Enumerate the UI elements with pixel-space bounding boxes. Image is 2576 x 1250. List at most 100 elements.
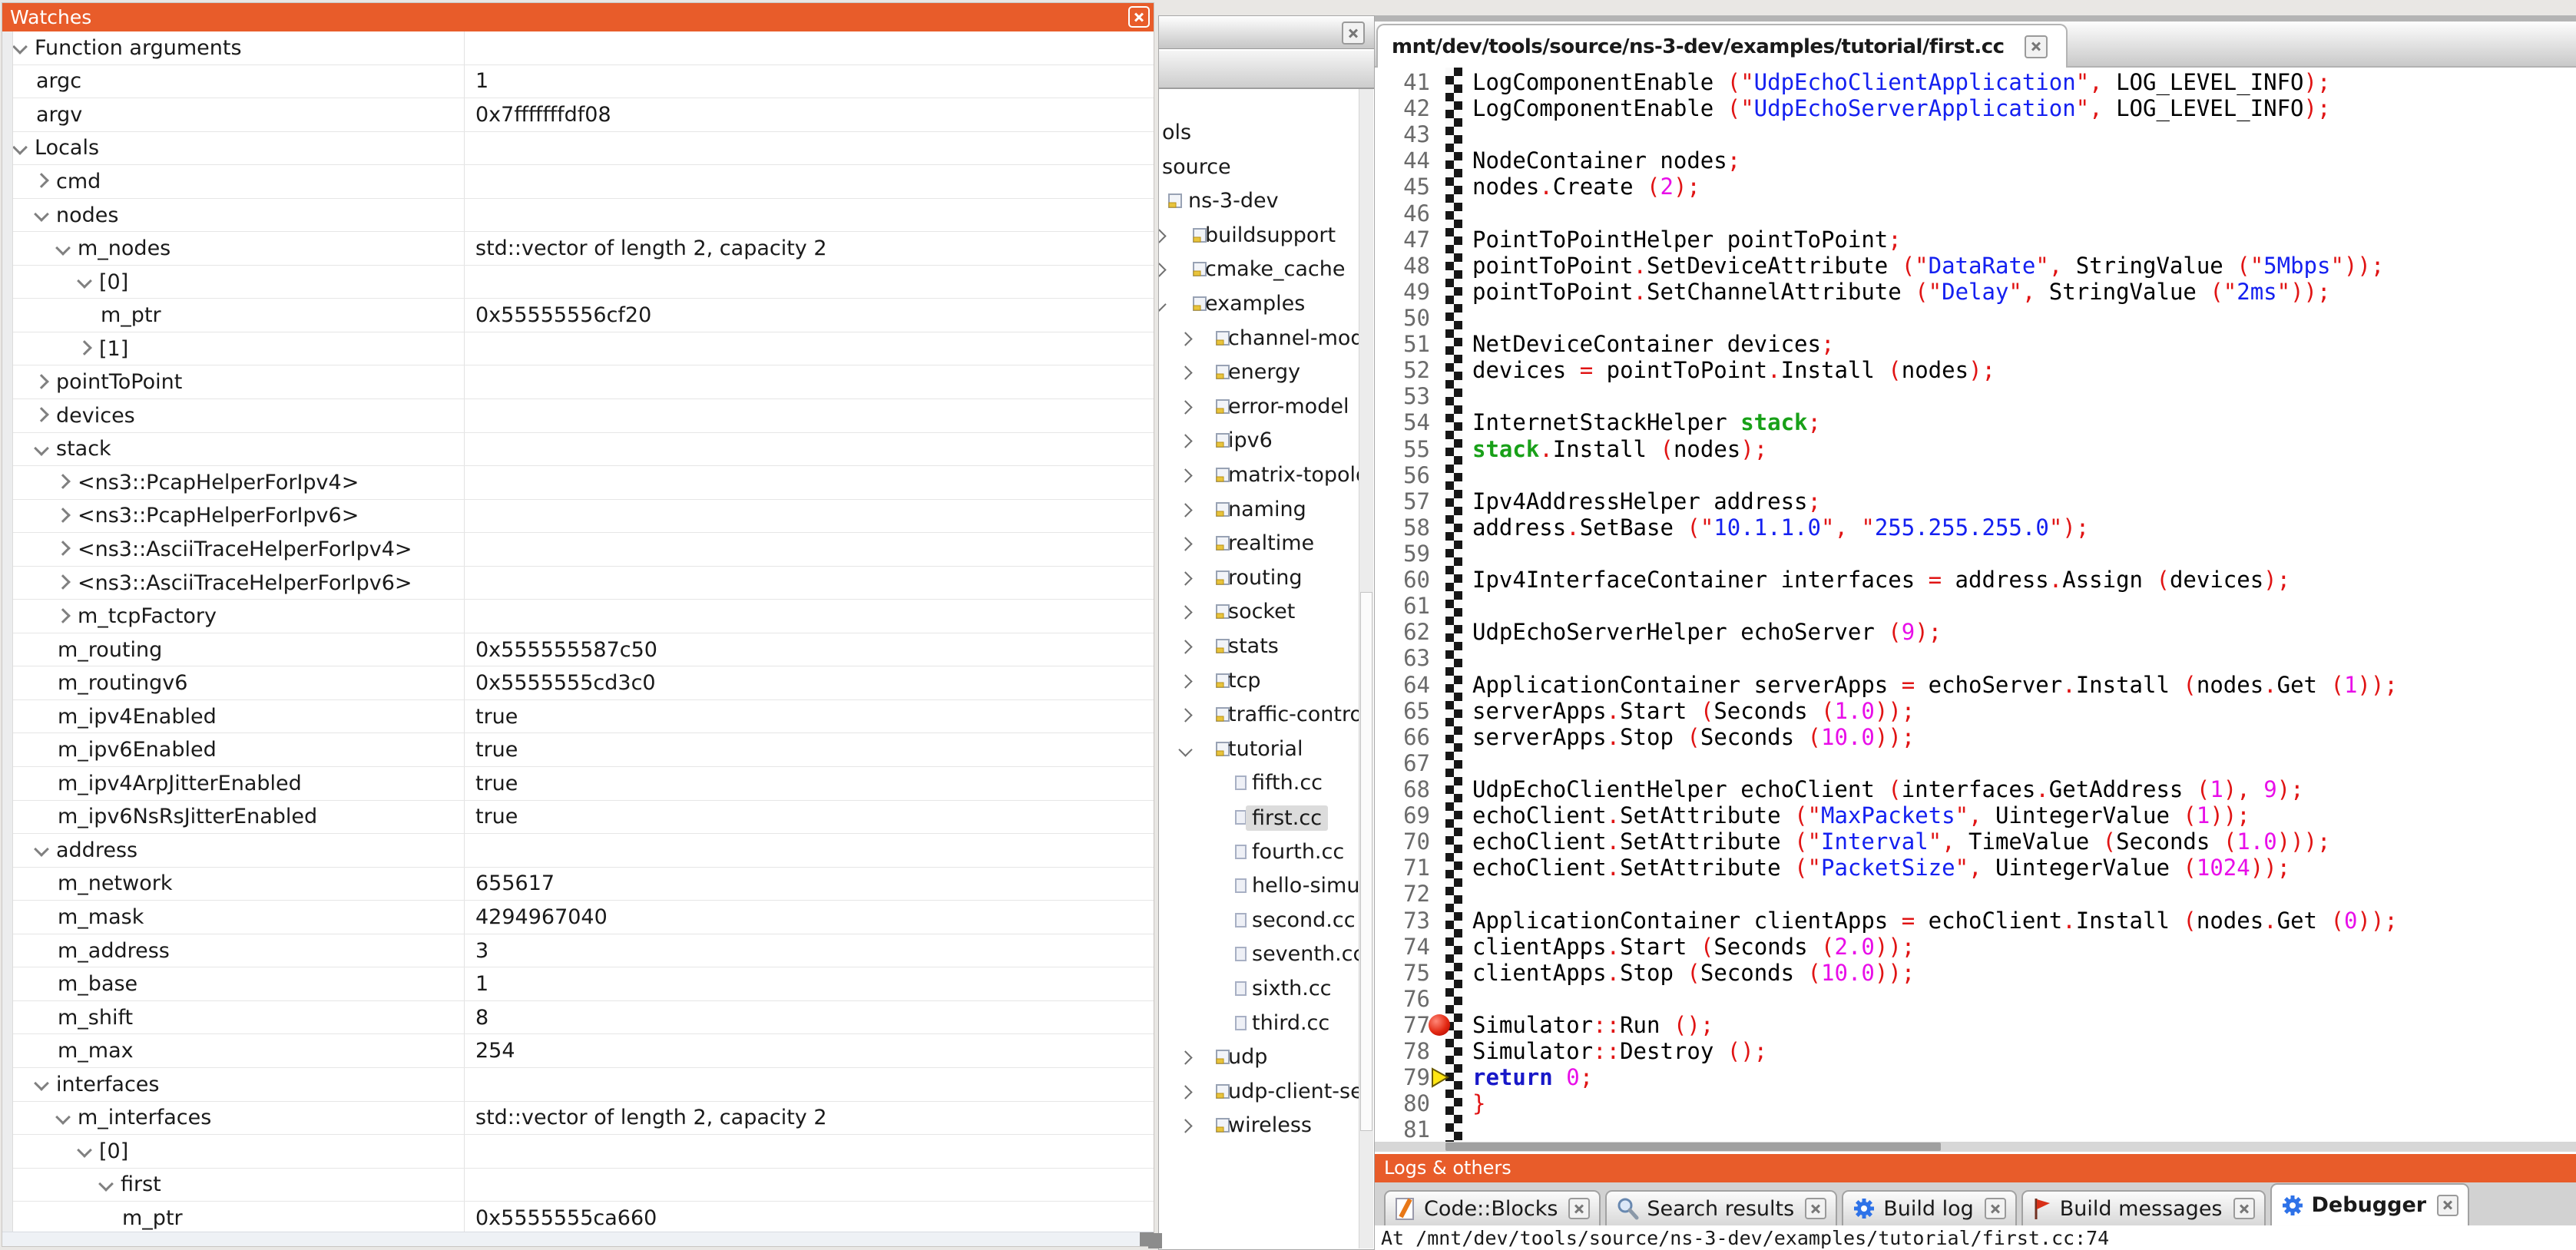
code-line-56[interactable]: 56 bbox=[1375, 462, 2576, 488]
tree-item-stats[interactable]: stats bbox=[1159, 633, 1374, 661]
chevron-right-icon[interactable] bbox=[1178, 503, 1192, 517]
line-number[interactable]: 57 bbox=[1375, 488, 1435, 514]
code-line-48[interactable]: 48pointToPoint.SetDeviceAttribute ("Data… bbox=[1375, 253, 2576, 279]
chevron-right-icon[interactable] bbox=[1159, 263, 1167, 277]
marker-margin[interactable] bbox=[1435, 934, 1472, 960]
line-number[interactable]: 77 bbox=[1375, 1012, 1435, 1038]
marker-margin[interactable] bbox=[1435, 305, 1472, 331]
marker-margin[interactable] bbox=[1435, 672, 1472, 698]
line-number[interactable]: 53 bbox=[1375, 383, 1435, 409]
line-number[interactable]: 71 bbox=[1375, 855, 1435, 881]
watch-row[interactable]: m_routingv60x5555555cd3c0 bbox=[13, 666, 1154, 700]
marker-margin[interactable] bbox=[1435, 619, 1472, 645]
chevron-down-icon[interactable] bbox=[98, 1176, 114, 1192]
line-number[interactable]: 56 bbox=[1375, 462, 1435, 488]
tree-item-first-cc[interactable]: first.cc bbox=[1159, 805, 1374, 832]
code-line-73[interactable]: 73ApplicationContainer clientApps = echo… bbox=[1375, 908, 2576, 934]
code-line-75[interactable]: 75clientApps.Stop (Seconds (10.0)); bbox=[1375, 960, 2576, 986]
marker-margin[interactable] bbox=[1435, 1012, 1472, 1038]
line-number[interactable]: 62 bbox=[1375, 619, 1435, 645]
editor-horizontal-scrollbar[interactable] bbox=[1375, 1142, 2576, 1152]
chevron-right-icon[interactable] bbox=[34, 407, 49, 422]
logs-tab-build-messages[interactable]: Build messages bbox=[2021, 1190, 2266, 1225]
watch-row[interactable]: m_tcpFactory bbox=[13, 600, 1154, 633]
close-icon[interactable] bbox=[1805, 1198, 1826, 1219]
chevron-down-icon[interactable] bbox=[34, 207, 49, 222]
line-number[interactable]: 49 bbox=[1375, 279, 1435, 305]
code-line-63[interactable]: 63 bbox=[1375, 645, 2576, 671]
watch-row[interactable]: m_ipv4Enabledtrue bbox=[13, 700, 1154, 734]
chevron-right-icon[interactable] bbox=[1178, 571, 1192, 585]
chevron-right-icon[interactable] bbox=[1178, 1119, 1192, 1133]
line-number[interactable]: 74 bbox=[1375, 934, 1435, 960]
code-line-53[interactable]: 53 bbox=[1375, 383, 2576, 409]
watches-titlebar[interactable]: Watches bbox=[2, 3, 1154, 31]
code-line-46[interactable]: 46 bbox=[1375, 200, 2576, 227]
chevron-right-icon[interactable] bbox=[34, 374, 49, 389]
marker-margin[interactable] bbox=[1435, 69, 1472, 95]
marker-margin[interactable] bbox=[1435, 488, 1472, 514]
code-line-43[interactable]: 43 bbox=[1375, 121, 2576, 147]
tree-item-error-model[interactable]: error-model bbox=[1159, 394, 1374, 422]
marker-margin[interactable] bbox=[1435, 645, 1472, 671]
chevron-right-icon[interactable] bbox=[1178, 468, 1192, 482]
marker-margin[interactable] bbox=[1435, 174, 1472, 200]
code-line-55[interactable]: 55stack.Install (nodes); bbox=[1375, 436, 2576, 462]
tree-item-channel-mod[interactable]: channel-mod bbox=[1159, 326, 1374, 353]
tree-horizontal-scrollbar-thumb[interactable] bbox=[1148, 1233, 1162, 1248]
close-icon[interactable] bbox=[2233, 1198, 2255, 1219]
marker-margin[interactable] bbox=[1435, 541, 1472, 567]
marker-margin[interactable] bbox=[1435, 1090, 1472, 1116]
chevron-down-icon[interactable] bbox=[1178, 742, 1192, 756]
code-line-79[interactable]: 79return 0; bbox=[1375, 1064, 2576, 1090]
tree-item-second-cc[interactable]: second.cc bbox=[1159, 908, 1374, 935]
watch-row[interactable]: m_max254 bbox=[13, 1034, 1154, 1068]
line-number[interactable]: 72 bbox=[1375, 881, 1435, 907]
watch-row[interactable]: devices bbox=[13, 399, 1154, 433]
close-icon[interactable] bbox=[1128, 6, 1150, 28]
watch-row[interactable]: <ns3::AsciiTraceHelperForIpv4> bbox=[13, 533, 1154, 567]
watch-row[interactable]: stack bbox=[13, 433, 1154, 467]
watch-row[interactable]: m_ptr0x55555556cf20 bbox=[13, 299, 1154, 332]
code-line-51[interactable]: 51NetDeviceContainer devices; bbox=[1375, 331, 2576, 357]
watch-row[interactable]: m_ipv6NsRsJitterEnabledtrue bbox=[13, 801, 1154, 835]
line-number[interactable]: 51 bbox=[1375, 331, 1435, 357]
code-line-57[interactable]: 57Ipv4AddressHelper address; bbox=[1375, 488, 2576, 514]
editor-tab-first-cc[interactable]: mnt/dev/tools/source/ns-3-dev/examples/t… bbox=[1376, 24, 2068, 68]
chevron-right-icon[interactable] bbox=[1178, 640, 1192, 653]
logs-tab-debugger[interactable]: Debugger bbox=[2270, 1183, 2470, 1225]
watch-row[interactable]: m_base1 bbox=[13, 967, 1154, 1001]
code-line-64[interactable]: 64ApplicationContainer serverApps = echo… bbox=[1375, 672, 2576, 698]
tree-item-traffic-contro[interactable]: traffic-contro bbox=[1159, 702, 1374, 729]
line-number[interactable]: 48 bbox=[1375, 253, 1435, 279]
watch-row[interactable]: m_ipv4ArpJitterEnabledtrue bbox=[13, 767, 1154, 801]
tree-item-naming[interactable]: naming bbox=[1159, 497, 1374, 524]
watch-row[interactable]: m_address3 bbox=[13, 934, 1154, 968]
line-number[interactable]: 67 bbox=[1375, 750, 1435, 776]
chevron-down-icon[interactable] bbox=[13, 140, 28, 155]
chevron-right-icon[interactable] bbox=[1178, 606, 1192, 620]
marker-margin[interactable] bbox=[1435, 828, 1472, 855]
watch-row[interactable]: first bbox=[13, 1169, 1154, 1202]
tree-item-third-cc[interactable]: third.cc bbox=[1159, 1010, 1374, 1038]
code-line-42[interactable]: 42LogComponentEnable ("UdpEchoServerAppl… bbox=[1375, 95, 2576, 121]
line-number[interactable]: 44 bbox=[1375, 147, 1435, 174]
watch-row[interactable]: m_mask4294967040 bbox=[13, 901, 1154, 934]
watch-row[interactable]: m_ipv6Enabledtrue bbox=[13, 733, 1154, 767]
line-number[interactable]: 42 bbox=[1375, 95, 1435, 121]
tree-item-energy[interactable]: energy bbox=[1159, 359, 1374, 387]
marker-margin[interactable] bbox=[1435, 253, 1472, 279]
marker-margin[interactable] bbox=[1435, 802, 1472, 828]
line-number[interactable]: 76 bbox=[1375, 986, 1435, 1012]
marker-margin[interactable] bbox=[1435, 750, 1472, 776]
chevron-right-icon[interactable] bbox=[55, 474, 71, 489]
close-icon[interactable] bbox=[1568, 1198, 1590, 1219]
chevron-down-icon[interactable] bbox=[1159, 297, 1167, 311]
line-number[interactable]: 64 bbox=[1375, 672, 1435, 698]
code-line-54[interactable]: 54InternetStackHelper stack; bbox=[1375, 409, 2576, 435]
watch-row[interactable]: address bbox=[13, 834, 1154, 868]
code-line-67[interactable]: 67 bbox=[1375, 750, 2576, 776]
line-number[interactable]: 41 bbox=[1375, 69, 1435, 95]
tree-vertical-scrollbar[interactable] bbox=[1359, 89, 1373, 1248]
marker-margin[interactable] bbox=[1435, 776, 1472, 802]
